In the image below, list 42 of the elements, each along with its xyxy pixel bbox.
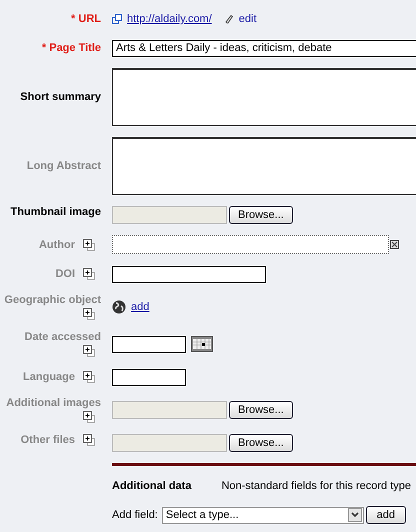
field-label: Other files [20, 434, 75, 446]
add-repeat-icon[interactable] [83, 308, 95, 320]
add-button[interactable]: add [366, 506, 406, 524]
browse-button[interactable]: Browse... [229, 401, 293, 419]
edit-link[interactable]: edit [238, 13, 257, 25]
calendar-icon[interactable] [191, 336, 213, 352]
add-repeat-icon[interactable] [83, 345, 95, 357]
add-link[interactable]: add [131, 301, 150, 313]
title-input[interactable]: Arts & Letters Daily - ideas, criticism, debate [112, 40, 416, 56]
add-field-label: Add field: [112, 509, 158, 521]
browse-button[interactable]: Browse... [229, 434, 293, 452]
url-link[interactable]: http://aldaily.com/ [127, 13, 212, 25]
field-label: Language [23, 371, 75, 383]
field-label: Long Abstract [26, 160, 101, 172]
add-repeat-icon[interactable] [83, 434, 95, 446]
text-area[interactable] [112, 137, 416, 195]
doi-input[interactable] [112, 266, 266, 282]
dropdown-icon[interactable] [348, 508, 362, 522]
type-select[interactable]: Select a type... [162, 506, 364, 524]
author-field[interactable] [112, 235, 389, 254]
field-label: Author [38, 238, 75, 250]
field-label: Short summary [20, 91, 101, 103]
field-label: Date accessed [24, 331, 101, 343]
add-repeat-icon[interactable] [83, 268, 95, 280]
field-label: * Page Title [42, 42, 101, 54]
field-label: Additional images [6, 397, 101, 409]
field-label: DOI [55, 268, 75, 280]
browse-button[interactable]: Browse... [229, 206, 293, 224]
text-area[interactable] [112, 68, 416, 126]
globe-icon [112, 300, 126, 314]
field-label: Geographic object [4, 294, 101, 306]
section-title: Additional data [112, 480, 192, 492]
date-input[interactable] [112, 336, 186, 352]
add-repeat-icon[interactable] [83, 411, 95, 423]
language-input[interactable] [112, 368, 186, 386]
add-repeat-icon[interactable] [83, 371, 95, 383]
external-link-icon [112, 14, 122, 24]
field-label: * URL [71, 13, 101, 25]
section-note: Non-standard fields for this record type [221, 480, 411, 492]
field-label: Thumbnail image [10, 206, 101, 218]
pencil-icon [224, 14, 234, 24]
add-repeat-icon[interactable] [83, 238, 95, 250]
